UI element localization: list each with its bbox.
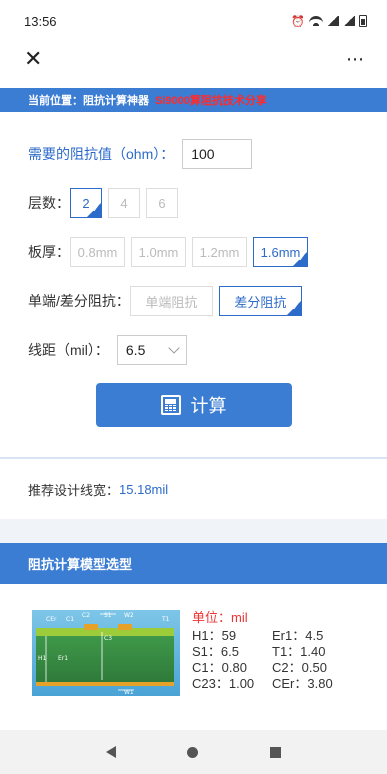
thickness-option-1-0[interactable]: 1.0mm xyxy=(131,237,186,267)
mode-option-single[interactable]: 单端阻抗 xyxy=(129,286,213,316)
label-t1: T1 xyxy=(161,616,170,623)
signal-icon xyxy=(327,16,339,26)
thickness-row: 板厚： 0.8mm 1.0mm 1.2mm 1.6mm ✓ xyxy=(28,237,359,267)
layers-label: 层数： xyxy=(28,195,70,211)
thickness-option-1-2[interactable]: 1.2mm xyxy=(192,237,247,267)
recent-apps-icon[interactable] xyxy=(270,746,282,758)
ground-plane xyxy=(36,682,174,686)
spacing-value: 6.5 xyxy=(125,342,146,358)
param-er1: Er1：4.5 xyxy=(272,628,324,643)
model-section: CEr C1 C2 S1 W2 T1 C3 H1 Er1 W1 单位：mil H… xyxy=(0,584,387,696)
status-icons: ⏰ xyxy=(291,15,367,28)
mode-label: 单端/差分阻抗： xyxy=(28,293,130,309)
breadcrumb-prefix: 当前位置：阻抗计算神器 xyxy=(28,95,149,107)
calculate-label: 计算 xyxy=(190,396,227,416)
param-s1: S1：6.5 xyxy=(192,644,239,659)
calculator-icon xyxy=(160,395,181,415)
status-bar: 13:56 ⏰ xyxy=(0,0,387,42)
trace-right xyxy=(118,624,132,630)
wifi-icon xyxy=(309,16,323,26)
status-time: 13:56 xyxy=(24,13,57,29)
section-header: 阻抗计算模型选型 xyxy=(0,543,387,584)
check-icon: ✓ xyxy=(91,204,100,215)
home-icon[interactable] xyxy=(187,746,199,758)
spacing-select[interactable]: 6.5 xyxy=(116,335,187,365)
result-label: 推荐设计线宽： xyxy=(28,482,120,498)
thickness-option-1-6[interactable]: 1.6mm ✓ xyxy=(253,237,308,267)
thickness-label: 板厚： xyxy=(28,244,70,260)
param-h1: H1：59 xyxy=(192,628,237,643)
param-c23: C23：1.00 xyxy=(192,676,255,691)
label-er1: Er1 xyxy=(58,655,68,662)
calculate-button[interactable]: 计算 xyxy=(95,383,292,427)
layers-option-4[interactable]: 4 xyxy=(108,188,140,218)
unit-label: 单位：mil xyxy=(192,610,248,625)
back-icon[interactable] xyxy=(105,746,116,758)
param-c2: C2：0.50 xyxy=(272,660,327,675)
stackup-diagram[interactable]: CEr C1 C2 S1 W2 T1 C3 H1 Er1 W1 xyxy=(32,610,180,696)
impedance-input[interactable] xyxy=(182,139,253,169)
system-nav-bar xyxy=(0,730,387,774)
chevron-down-icon xyxy=(168,342,180,354)
impedance-label: 需要的阻抗值（ohm）： xyxy=(28,146,175,162)
more-icon[interactable]: ⋯ xyxy=(346,49,365,70)
impedance-row: 需要的阻抗值（ohm）： xyxy=(28,139,359,169)
model-params: 单位：mil H1：59 Er1：4.5 S1：6.5 T1：1.40 C1：0… xyxy=(192,610,342,696)
param-t1: T1：1.40 xyxy=(272,644,326,659)
mode-row: 单端/差分阻抗： 单端阻抗 差分阻抗 ✓ xyxy=(28,286,359,316)
label-c1: C1 xyxy=(66,616,74,623)
signal-icon-2 xyxy=(343,16,355,26)
trace-left xyxy=(84,624,98,630)
mode-option-differential[interactable]: 差分阻抗 ✓ xyxy=(218,286,302,316)
app-bar: ✕ ⋯ xyxy=(0,42,387,76)
layers-option-2[interactable]: 2 ✓ xyxy=(70,188,102,218)
params-grid: H1：59 Er1：4.5 S1：6.5 T1：1.40 C1：0.80 C2：… xyxy=(192,628,342,692)
section-gap xyxy=(0,519,387,543)
breadcrumb: 当前位置：阻抗计算神器 Si9000算阻抗技术分享 xyxy=(0,88,387,112)
layers-row: 层数： 2 ✓ 4 6 xyxy=(28,188,359,218)
model-title: 阻抗计算模型选型 xyxy=(28,557,133,572)
label-w2: W2 xyxy=(124,612,134,619)
alarm-icon: ⏰ xyxy=(291,15,305,28)
result-value: 15.18mil xyxy=(119,481,169,497)
thickness-option-0-8[interactable]: 0.8mm xyxy=(70,237,125,267)
layers-option-6[interactable]: 6 xyxy=(146,188,178,218)
label-s1: S1 xyxy=(104,612,112,619)
close-icon[interactable]: ✕ xyxy=(24,48,42,70)
spacing-label: 线距（mil）： xyxy=(28,342,109,358)
param-c1: C1：0.80 xyxy=(192,660,247,675)
label-h1: H1 xyxy=(38,655,47,662)
label-c3: C3 xyxy=(104,635,112,642)
param-cer: CEr：3.80 xyxy=(272,676,333,691)
impedance-form: 需要的阻抗值（ohm）： 层数： 2✓ 4 6 板厚： 0.8mm 1.0mm … xyxy=(0,139,387,365)
battery-icon xyxy=(359,15,367,27)
check-icon: ✓ xyxy=(291,302,300,313)
breadcrumb-link[interactable]: Si9000算阻抗技术分享 xyxy=(155,92,267,108)
spacing-row: 线距（mil）： 6.5 xyxy=(28,335,359,365)
label-c2: C2 xyxy=(82,612,90,619)
check-icon: ✓ xyxy=(297,253,306,264)
result-row: 推荐设计线宽： 15.18mil xyxy=(0,459,387,519)
label-cer: CEr xyxy=(46,616,57,623)
